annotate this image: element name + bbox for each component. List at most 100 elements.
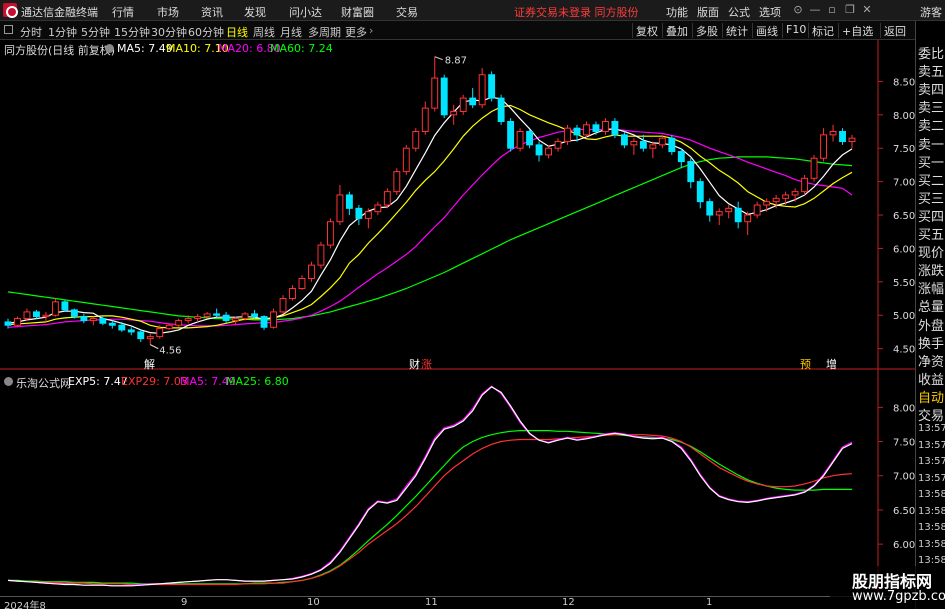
period-intraday[interactable]: 分时 bbox=[20, 24, 42, 40]
panel-item[interactable]: 自动 bbox=[918, 387, 945, 406]
candle-body bbox=[440, 77, 448, 116]
menu-item-formula[interactable]: 公式 bbox=[728, 4, 750, 20]
indicator-tick-label: 6.50 bbox=[893, 506, 915, 517]
menu-item-assistant[interactable]: 问小达 bbox=[289, 4, 322, 20]
panel-item: 卖四 bbox=[918, 83, 945, 99]
candle-body bbox=[402, 147, 410, 173]
menu-item-trade[interactable]: 交易 bbox=[396, 4, 418, 20]
period-1min[interactable]: 1分钟 bbox=[48, 24, 77, 40]
candle-body bbox=[383, 191, 391, 206]
f10-button[interactable]: F10 bbox=[782, 23, 809, 38]
menu-item-layout[interactable]: 版面 bbox=[697, 4, 719, 20]
menu-item-quotes[interactable]: 行情 bbox=[112, 4, 134, 20]
period-30min[interactable]: 30分钟 bbox=[151, 24, 187, 40]
candle-body bbox=[459, 97, 467, 112]
back-button[interactable]: 返回 bbox=[880, 23, 909, 38]
candle-body bbox=[175, 320, 183, 326]
menu-item-options[interactable]: 选项 bbox=[759, 4, 781, 20]
indicator-tick-label: 7.50 bbox=[893, 438, 915, 449]
candle-body bbox=[137, 331, 145, 340]
maximize-icon[interactable]: ▫ bbox=[825, 3, 839, 17]
period-monthly[interactable]: 月线 bbox=[280, 24, 302, 40]
period-more[interactable]: 更多 bbox=[345, 24, 367, 40]
overlay-button[interactable]: 叠加 bbox=[662, 23, 691, 38]
candle-body bbox=[601, 120, 609, 133]
price-chart-svg[interactable]: 8.50 8.00 7.50 7.00 6.50 6.00 5.50 5.00 4.50 8.0… bbox=[0, 40, 915, 596]
price-tick-label: 8.00 bbox=[893, 111, 915, 122]
panel-item[interactable]: 交易 bbox=[918, 405, 945, 424]
price-tick-label: 4.50 bbox=[893, 345, 915, 356]
candle-body bbox=[725, 207, 733, 213]
candle-body bbox=[4, 321, 12, 326]
indicator-tick-label: 8.00 bbox=[893, 403, 915, 414]
candle-body bbox=[156, 328, 164, 338]
menu-item-news[interactable]: 资讯 bbox=[201, 4, 223, 20]
candle-body bbox=[658, 137, 666, 146]
panel-item: 现价 bbox=[918, 246, 945, 262]
candle-body bbox=[260, 316, 268, 328]
ma60-line bbox=[7, 156, 853, 321]
panel-item: 换手 bbox=[918, 336, 945, 352]
login-status[interactable]: 证券交易未登录 同方股份 bbox=[514, 4, 639, 20]
candle-body bbox=[393, 171, 401, 193]
candle-body bbox=[298, 277, 306, 290]
menu-item-discover[interactable]: 发现 bbox=[244, 4, 266, 20]
period-daily[interactable]: 日线 bbox=[226, 24, 248, 40]
candle-body bbox=[241, 313, 249, 320]
panel-item: 收益 bbox=[918, 372, 945, 388]
minimize-icon[interactable]: — bbox=[808, 3, 822, 17]
statistics-button[interactable]: 统计 bbox=[722, 23, 751, 38]
mark-button[interactable]: 标记 bbox=[808, 23, 837, 38]
indicator-tick-label: 7.00 bbox=[893, 472, 915, 483]
candle-body bbox=[545, 147, 552, 156]
ind-ma5-line bbox=[7, 385, 853, 587]
candle-body bbox=[696, 181, 704, 203]
panel-item: 卖一 bbox=[918, 137, 945, 153]
candle-body bbox=[222, 314, 230, 322]
candle-body bbox=[412, 131, 420, 149]
candle-body bbox=[554, 141, 562, 149]
close-icon[interactable]: ✕ bbox=[860, 3, 874, 17]
candle-body bbox=[535, 144, 543, 156]
low-pointer bbox=[150, 344, 159, 350]
draw-line-button[interactable]: 画线 bbox=[752, 23, 781, 38]
candle-body bbox=[421, 107, 429, 133]
period-multi[interactable]: 多周期 bbox=[308, 24, 341, 40]
date-label: 10 bbox=[307, 597, 320, 608]
price-tick-label: 8.50 bbox=[893, 77, 915, 88]
menu-item-function[interactable]: 功能 bbox=[666, 4, 688, 20]
event-marker: 增 bbox=[826, 357, 837, 371]
candle-body bbox=[374, 204, 382, 213]
add-watchlist-button[interactable]: +自选 bbox=[838, 23, 876, 38]
candle-body bbox=[611, 120, 619, 136]
menu-item-market[interactable]: 市场 bbox=[157, 4, 179, 20]
price-tick-label: 6.50 bbox=[893, 211, 915, 222]
candle-body bbox=[336, 194, 344, 223]
multi-stock-button[interactable]: 多股 bbox=[692, 23, 721, 38]
more-chevron-icon[interactable]: › bbox=[369, 24, 373, 37]
menu-item-wealth[interactable]: 财富圈 bbox=[341, 4, 374, 20]
candle-body bbox=[583, 124, 590, 136]
adjust-button[interactable]: 复权 bbox=[632, 23, 661, 38]
watermark-url: www.7gpzb.com bbox=[852, 589, 945, 604]
ma5-line bbox=[7, 96, 853, 334]
period-60min[interactable]: 60分钟 bbox=[188, 24, 224, 40]
date-label: 1 bbox=[706, 597, 713, 608]
exp5-line bbox=[7, 386, 853, 587]
candle-body bbox=[23, 311, 31, 320]
indicator-tick-label: 6.00 bbox=[893, 540, 915, 551]
candle-body bbox=[431, 77, 439, 109]
candle-body bbox=[42, 314, 50, 318]
price-tick-label: 7.50 bbox=[893, 144, 915, 155]
period-15min[interactable]: 15分钟 bbox=[114, 24, 150, 40]
period-5min[interactable]: 5分钟 bbox=[81, 24, 110, 40]
panel-item: 买三 bbox=[918, 191, 945, 207]
restore-icon[interactable]: ❐ bbox=[843, 3, 857, 17]
period-weekly[interactable]: 周线 bbox=[253, 24, 275, 40]
candle-body bbox=[127, 329, 135, 333]
layout-toggle-icon[interactable] bbox=[4, 25, 13, 34]
guest-label[interactable]: 游客 bbox=[920, 4, 942, 20]
lock-icon[interactable]: ⊙ bbox=[791, 3, 805, 17]
panel-item: 外盘 bbox=[918, 318, 945, 334]
candle-body bbox=[232, 318, 240, 322]
